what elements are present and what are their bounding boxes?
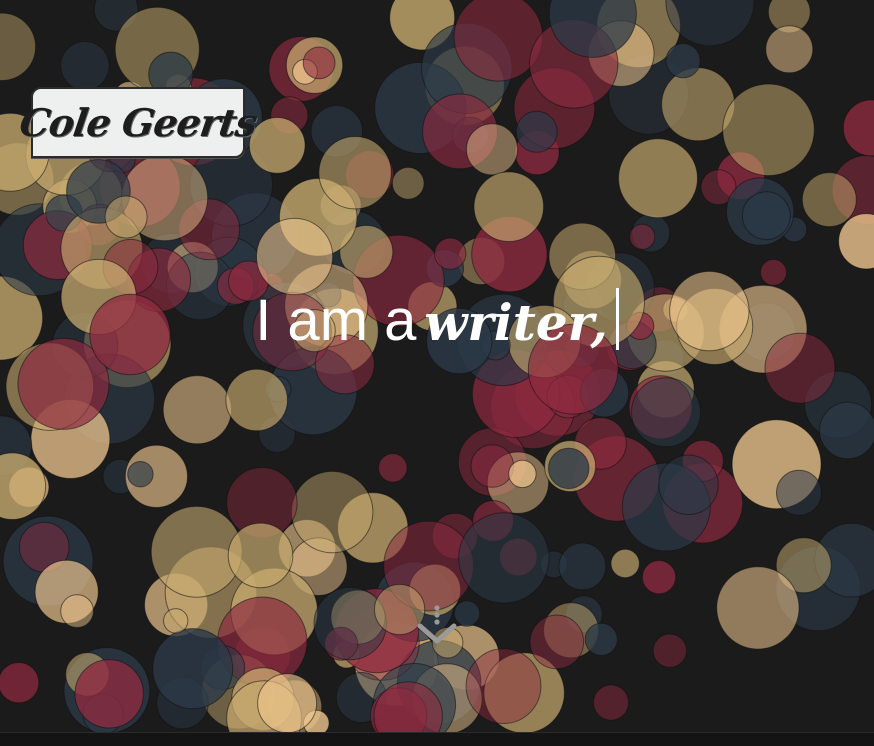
bokeh-circle xyxy=(641,560,677,595)
bokeh-circle xyxy=(453,600,481,627)
bokeh-circle xyxy=(434,237,467,270)
bokeh-circle xyxy=(548,447,590,490)
bokeh-circle xyxy=(722,83,815,177)
bokeh-circle xyxy=(378,453,408,483)
bokeh-circle xyxy=(465,648,542,724)
bokeh-circle xyxy=(819,401,874,460)
bokeh-circle xyxy=(152,628,234,710)
headline-role: writer, xyxy=(424,293,608,352)
bokeh-circle xyxy=(227,522,294,589)
bokeh-circle xyxy=(629,223,656,250)
bokeh-circle xyxy=(515,110,558,153)
bokeh-circle xyxy=(473,171,545,242)
bokeh-circle xyxy=(665,0,755,47)
bokeh-circle xyxy=(465,123,519,176)
bokeh-circle xyxy=(508,459,537,489)
bokeh-circle xyxy=(318,136,392,210)
logo-text: Cole Geerts xyxy=(16,100,260,145)
bokeh-circle xyxy=(291,470,374,554)
bokeh-circle xyxy=(391,166,425,200)
bokeh-circle xyxy=(592,684,630,721)
bokeh-circle xyxy=(529,614,585,670)
bokeh-circle xyxy=(760,258,787,286)
bokeh-circle xyxy=(256,217,334,296)
bokeh-circle xyxy=(741,191,791,241)
bokeh-circle xyxy=(842,99,874,157)
bokeh-circle xyxy=(801,172,857,228)
bokeh-circle xyxy=(458,512,550,604)
headline-lead: I am a xyxy=(255,288,417,353)
bokeh-circle xyxy=(162,375,232,445)
bokeh-circle xyxy=(584,622,618,657)
bokeh-circle xyxy=(248,116,306,174)
bokeh-circle xyxy=(257,673,318,734)
bokeh-circle xyxy=(225,368,289,432)
bokeh-circle xyxy=(60,594,94,628)
bokeh-circle xyxy=(658,454,719,515)
hero-section: Cole Geerts I am a writer, xyxy=(0,0,874,746)
bokeh-circle xyxy=(74,659,144,729)
bokeh-circle xyxy=(127,461,154,488)
bokeh-circle xyxy=(558,542,607,591)
bokeh-circle xyxy=(60,41,110,91)
bokeh-circle xyxy=(610,548,640,579)
bokeh-circle xyxy=(163,608,189,634)
bokeh-circle xyxy=(665,43,701,79)
bokeh-circle xyxy=(302,46,336,80)
bokeh-circle xyxy=(313,586,387,661)
bokeh-circle xyxy=(776,469,822,516)
scroll-down-button[interactable] xyxy=(416,604,458,650)
typing-cursor xyxy=(615,288,619,350)
bokeh-circle xyxy=(716,566,800,650)
bokeh-circle xyxy=(652,633,687,668)
chevron-down-dots-icon xyxy=(417,605,457,644)
bokeh-circle xyxy=(0,662,40,704)
bokeh-circle xyxy=(0,12,37,81)
bokeh-circle xyxy=(104,195,148,239)
bokeh-circle xyxy=(470,444,515,488)
bokeh-circle xyxy=(765,25,814,74)
section-divider xyxy=(0,732,874,746)
hero-headline: I am a writer, xyxy=(0,286,874,370)
bokeh-circle xyxy=(618,138,698,219)
site-logo[interactable]: Cole Geerts xyxy=(17,87,259,158)
bokeh-circle xyxy=(631,377,701,448)
